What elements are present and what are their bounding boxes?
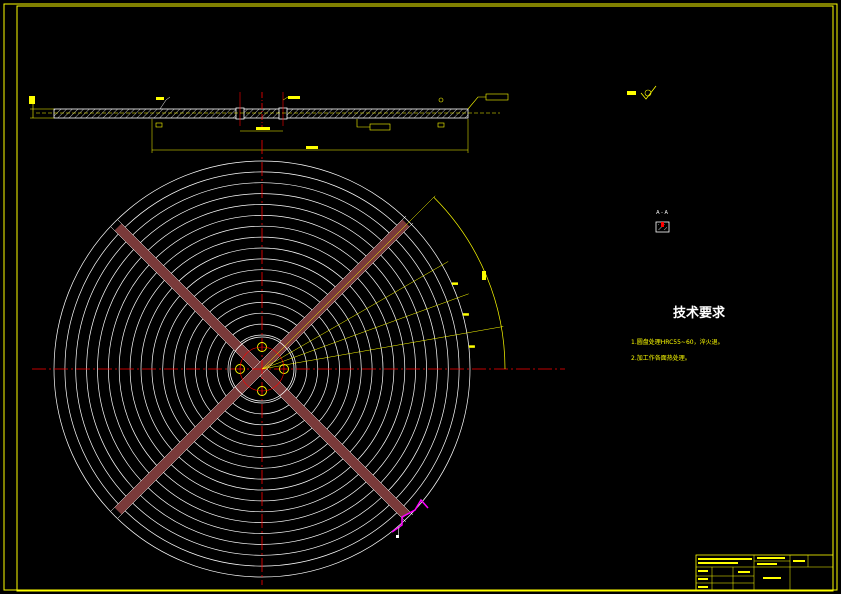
tech-requirement-1: 1.圆盘处理HRC55~60，淬火退。 bbox=[631, 338, 724, 346]
angle-arc bbox=[433, 196, 506, 370]
thickness-dim-label bbox=[29, 96, 35, 104]
tb-marker-5 bbox=[793, 560, 805, 562]
section-detail: A - A bbox=[655, 210, 670, 233]
hub-dim-label bbox=[256, 127, 270, 130]
tb-marker-10 bbox=[738, 571, 750, 573]
parallel-frame bbox=[369, 123, 391, 131]
flatness-leader bbox=[467, 96, 486, 110]
section-label: A - A bbox=[656, 210, 668, 216]
tb-marker-6 bbox=[763, 577, 781, 579]
roughness-check bbox=[640, 85, 657, 100]
cad-drawing: A - A 技术要求 1.圆盘处理HRC55~60，淬火退。 2.加工作各面热处… bbox=[3, 3, 838, 592]
tb-marker-8 bbox=[698, 578, 708, 580]
angle-label bbox=[462, 313, 469, 316]
roughness-label bbox=[627, 91, 636, 95]
flatness-frame bbox=[485, 93, 509, 101]
hole-note-leader bbox=[282, 96, 289, 101]
title-block-frame bbox=[695, 554, 834, 592]
tb-marker-1 bbox=[698, 558, 752, 560]
tech-requirements-title: 技术要求 bbox=[673, 305, 726, 321]
disc-plan-view bbox=[32, 140, 565, 585]
side-section-view bbox=[29, 92, 509, 153]
arc-dim-label bbox=[482, 271, 486, 280]
section-tag bbox=[396, 535, 399, 538]
angle-label bbox=[452, 282, 458, 285]
hole-note-marker bbox=[288, 96, 300, 99]
tech-requirement-2: 2.加工作各面热处理。 bbox=[631, 354, 691, 362]
parallel-leader bbox=[356, 119, 370, 128]
angle-label bbox=[468, 345, 475, 348]
roughness-note-1 bbox=[156, 97, 164, 100]
length-dim-label bbox=[306, 146, 318, 149]
tb-marker-7 bbox=[698, 570, 708, 572]
inner-frame bbox=[16, 5, 834, 592]
title-block bbox=[695, 554, 834, 592]
tb-marker-2 bbox=[698, 562, 738, 564]
plate-section bbox=[53, 108, 469, 119]
surface-roughness-symbol bbox=[627, 85, 657, 100]
tb-marker-4 bbox=[757, 563, 777, 565]
tb-marker-9 bbox=[698, 586, 708, 588]
technical-requirements: 技术要求 1.圆盘处理HRC55~60，淬火退。 2.加工作各面热处理。 bbox=[631, 305, 726, 362]
roughness-circle bbox=[644, 89, 652, 97]
datum-marker-left bbox=[155, 122, 163, 128]
datum-circle-right bbox=[438, 97, 444, 103]
tb-marker-3 bbox=[757, 557, 785, 559]
section-detail-groove bbox=[661, 222, 664, 227]
datum-marker-right bbox=[437, 122, 445, 128]
